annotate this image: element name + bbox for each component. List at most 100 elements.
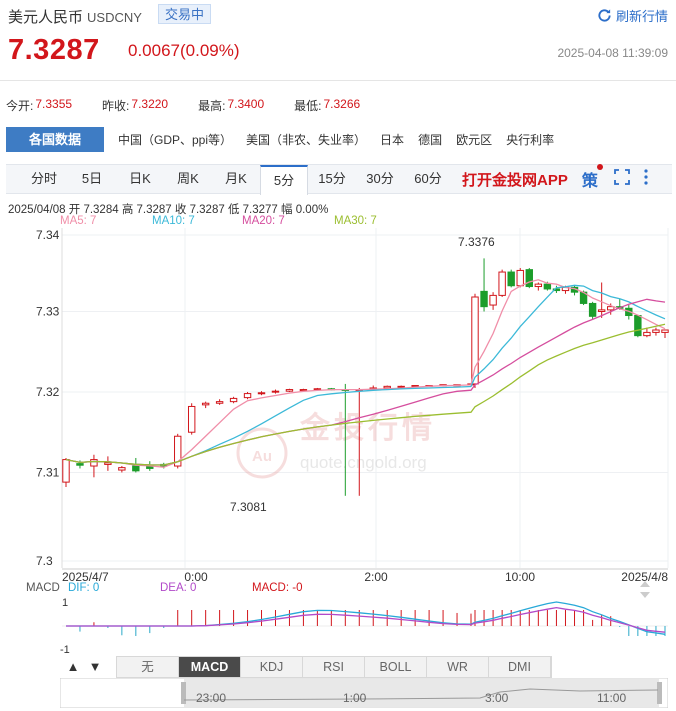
candle-body — [299, 389, 308, 392]
indicator-none[interactable]: 无 — [117, 657, 179, 677]
candle-body — [597, 309, 606, 312]
candle-body — [652, 329, 660, 333]
candle-body — [383, 385, 391, 389]
indicator-kdj[interactable]: KDJ — [241, 657, 303, 677]
stat-low-label: 最低: — [294, 99, 322, 113]
candle-body — [118, 467, 126, 471]
refresh-icon — [598, 9, 611, 22]
macd-collapse-icon — [640, 592, 650, 598]
tab-60min[interactable]: 60分 — [404, 165, 452, 193]
strategy-label: 策 — [581, 173, 598, 190]
tab-5min[interactable]: 5分 — [260, 164, 308, 195]
indicator-rsi[interactable]: RSI — [303, 657, 365, 677]
candle-body — [489, 294, 497, 306]
candle-body — [471, 296, 479, 385]
ma5-legend: MA5: 7 — [60, 215, 97, 227]
nav-tick-0: 23:00 — [196, 691, 226, 705]
tab-daily-k[interactable]: 日K — [116, 165, 164, 193]
stat-open-label: 今开: — [6, 99, 34, 113]
scroll-down-button[interactable]: ▼ — [86, 658, 104, 676]
candle-body — [90, 459, 98, 467]
y-tick-label-4: 7.3 — [36, 554, 53, 568]
kline-chart[interactable]: Au 金投行情 quote.cngold.org 7.347.337.327.3… — [0, 228, 676, 658]
country-link-us[interactable]: 美国（非农、失业率） — [246, 131, 366, 148]
candle-body — [201, 402, 210, 406]
macd-tick-bottom: -1 — [60, 644, 70, 656]
candle-body — [76, 463, 84, 466]
more-menu-icon[interactable] — [644, 168, 648, 190]
tab-weekly-k[interactable]: 周K — [164, 165, 212, 193]
stat-prevclose-label: 昨收: — [102, 99, 130, 113]
quote-timestamp: 2025-04-08 11:39:09 — [557, 46, 668, 60]
notification-dot — [596, 164, 603, 170]
country-link-germany[interactable]: 德国 — [418, 131, 442, 148]
stat-high-label: 最高: — [198, 99, 226, 113]
candle-body — [243, 393, 252, 399]
macd-label-1: DIF: 0 — [68, 582, 99, 594]
tab-timeshare[interactable]: 分时 — [20, 165, 68, 193]
refresh-button[interactable]: 刷新行情 — [597, 6, 668, 25]
chart-grid — [61, 228, 669, 568]
nav-tick-3: 11:00 — [597, 691, 626, 705]
macd-label-3: MACD: -0 — [252, 582, 302, 594]
stat-low-value: 7.3266 — [323, 97, 361, 111]
instrument-name: 美元人民币 — [8, 9, 84, 26]
candle-body — [313, 388, 322, 391]
fullscreen-icon[interactable] — [613, 168, 630, 190]
country-link-china[interactable]: 中国（GDP、ppi等） — [118, 131, 232, 148]
navigator-right-handle[interactable] — [657, 682, 662, 704]
x-tick-label-2: 2:00 — [364, 570, 388, 584]
country-link-eurozone[interactable]: 欧元区 — [456, 131, 492, 148]
dif-line — [66, 601, 666, 635]
nav-tick-2: 3:00 — [485, 691, 509, 705]
candle-body — [498, 271, 506, 296]
low-annotation: 7.3081 — [230, 500, 267, 514]
macd-label-2: DEA: 0 — [160, 582, 196, 594]
macd-panel: MACD DIF: 0 DEA: 0 MACD: -0 1 -1 — [26, 581, 668, 656]
stat-prevclose-value: 7.3220 — [131, 97, 169, 111]
high-annotation: 7.3376 — [458, 235, 495, 249]
indicator-selector: 无 MACD KDJ RSI BOLL WR DMI — [116, 656, 552, 678]
candle-body — [534, 283, 543, 288]
refresh-label: 刷新行情 — [615, 9, 668, 24]
tab-15min[interactable]: 15分 — [308, 165, 356, 193]
macd-label-0: MACD — [26, 582, 60, 594]
candle-body — [525, 269, 533, 288]
x-axis-ticks: 2025/4/7 0:00 2:00 10:00 2025/4/8 — [62, 568, 668, 584]
tab-monthly-k[interactable]: 月K — [212, 165, 260, 193]
y-tick-label-3: 7.31 — [36, 465, 60, 479]
instrument-code: USDCNY — [87, 10, 142, 25]
time-navigator[interactable]: 23:00 1:00 3:00 11:00 — [60, 678, 668, 708]
open-app-link[interactable]: 打开金投网APP — [462, 169, 568, 190]
country-data-heading[interactable]: 各国数据 — [6, 127, 104, 152]
indicator-boll[interactable]: BOLL — [365, 657, 427, 677]
dea-line — [66, 606, 666, 633]
y-tick-label-2: 7.32 — [36, 385, 60, 399]
candle-body — [643, 331, 651, 337]
period-tabs: 分时 5日 日K 周K 月K 5分 15分 30分 60分 打开金投网APP 策 — [6, 164, 672, 195]
candle-body — [257, 392, 266, 395]
country-link-japan[interactable]: 日本 — [380, 131, 404, 148]
watermark-logo-text: Au — [252, 448, 272, 465]
indicator-macd[interactable]: MACD — [179, 657, 241, 677]
candle-body — [285, 389, 294, 392]
candle-body — [104, 462, 112, 465]
candle-body — [588, 302, 597, 317]
ma20-legend: MA20: 7 — [242, 215, 285, 227]
y-tick-label-0: 7.34 — [36, 228, 60, 242]
price-change: 0.0067(0.09%) — [128, 41, 240, 60]
indicator-dmi[interactable]: DMI — [489, 657, 551, 677]
navigator-left-handle[interactable] — [181, 682, 186, 704]
strategy-button[interactable]: 策 — [581, 164, 603, 191]
country-link-central-bank[interactable]: 央行利率 — [506, 131, 554, 148]
scroll-up-button[interactable]: ▲ — [64, 658, 82, 676]
tab-5day[interactable]: 5日 — [68, 165, 116, 193]
candle-body — [229, 397, 238, 403]
trading-status-badge: 交易中 — [158, 4, 212, 24]
price-stats: 今开: 7.3355 昨收: 7.3220 最高: 7.3400 最低: 7.3266 — [6, 97, 390, 114]
candle-body — [397, 385, 405, 388]
tab-30min[interactable]: 30分 — [356, 165, 404, 193]
candle-body — [271, 390, 280, 393]
instrument-title: 美元人民币 USDCNY — [8, 6, 142, 27]
indicator-wr[interactable]: WR — [427, 657, 489, 677]
